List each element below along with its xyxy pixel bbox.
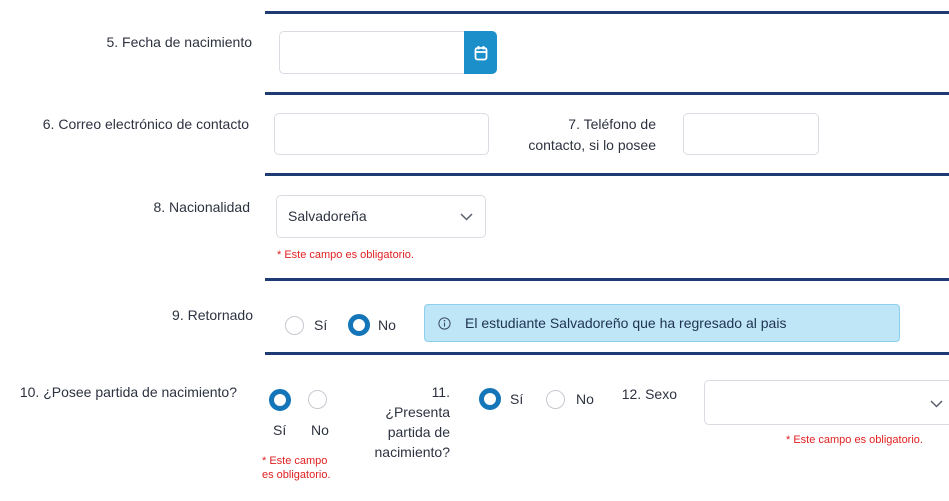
birth-certificate-label: 10. ¿Posee partida de nacimiento? xyxy=(19,384,237,400)
presents-certificate-label-line1: 11. xyxy=(431,384,450,400)
birth-certificate-radio-si[interactable] xyxy=(269,389,291,411)
email-input[interactable] xyxy=(274,113,489,155)
birth-certificate-error-line2: es obligatorio. xyxy=(262,469,331,481)
nationality-select[interactable]: Salvadoreña xyxy=(276,195,486,238)
returned-info-box: El estudiante Salvadoreño que ha regresa… xyxy=(424,304,900,342)
phone-label-line1: 7. Teléfono de xyxy=(568,116,656,132)
calendar-button[interactable] xyxy=(464,31,497,74)
birth-certificate-option-si-label: Sí xyxy=(273,422,287,438)
returned-option-no-label: No xyxy=(378,317,396,333)
birth-certificate-option-no-label: No xyxy=(311,422,329,438)
email-label: 6. Correo electrónico de contacto xyxy=(42,116,249,132)
nationality-selected-value: Salvadoreña xyxy=(288,208,367,224)
presents-certificate-label-line4: nacimiento? xyxy=(374,444,451,460)
birth-certificate-radio-no[interactable] xyxy=(308,390,327,409)
chevron-down-icon xyxy=(930,400,943,408)
returned-radio-no[interactable] xyxy=(348,314,370,336)
returned-radio-si[interactable] xyxy=(285,316,304,335)
presents-certificate-option-no-label: No xyxy=(576,391,594,407)
presents-certificate-label-line3: partida de xyxy=(387,424,450,440)
presents-certificate-option-si-label: Sí xyxy=(510,391,524,407)
phone-label-line2: contacto, si lo posee xyxy=(528,137,656,153)
returned-info-text: El estudiante Salvadoreño que ha regresa… xyxy=(465,315,787,331)
phone-input[interactable] xyxy=(683,113,819,155)
sex-error: * Este campo es obligatorio. xyxy=(786,434,923,446)
section-divider xyxy=(265,278,949,281)
section-divider xyxy=(265,173,949,176)
info-icon xyxy=(438,317,451,330)
birth-certificate-error-line1: * Este campo xyxy=(262,455,328,467)
presents-certificate-radio-si[interactable] xyxy=(479,388,501,410)
nationality-error: * Este campo es obligatorio. xyxy=(277,249,414,261)
birthdate-label: 5. Fecha de nacimiento xyxy=(106,34,252,50)
returned-label: 9. Retornado xyxy=(172,307,253,323)
presents-certificate-label-line2: ¿Presenta xyxy=(385,404,450,420)
calendar-icon xyxy=(474,45,487,60)
section-divider xyxy=(265,11,949,14)
section-divider xyxy=(265,352,949,355)
nationality-label: 8. Nacionalidad xyxy=(153,199,250,215)
presents-certificate-radio-no[interactable] xyxy=(546,390,565,409)
sex-select[interactable] xyxy=(704,380,949,425)
section-divider xyxy=(265,92,949,95)
returned-option-si-label: Sí xyxy=(314,317,328,333)
birthdate-input[interactable] xyxy=(279,31,468,74)
chevron-down-icon xyxy=(460,213,473,221)
sex-label: 12. Sexo xyxy=(621,386,677,402)
